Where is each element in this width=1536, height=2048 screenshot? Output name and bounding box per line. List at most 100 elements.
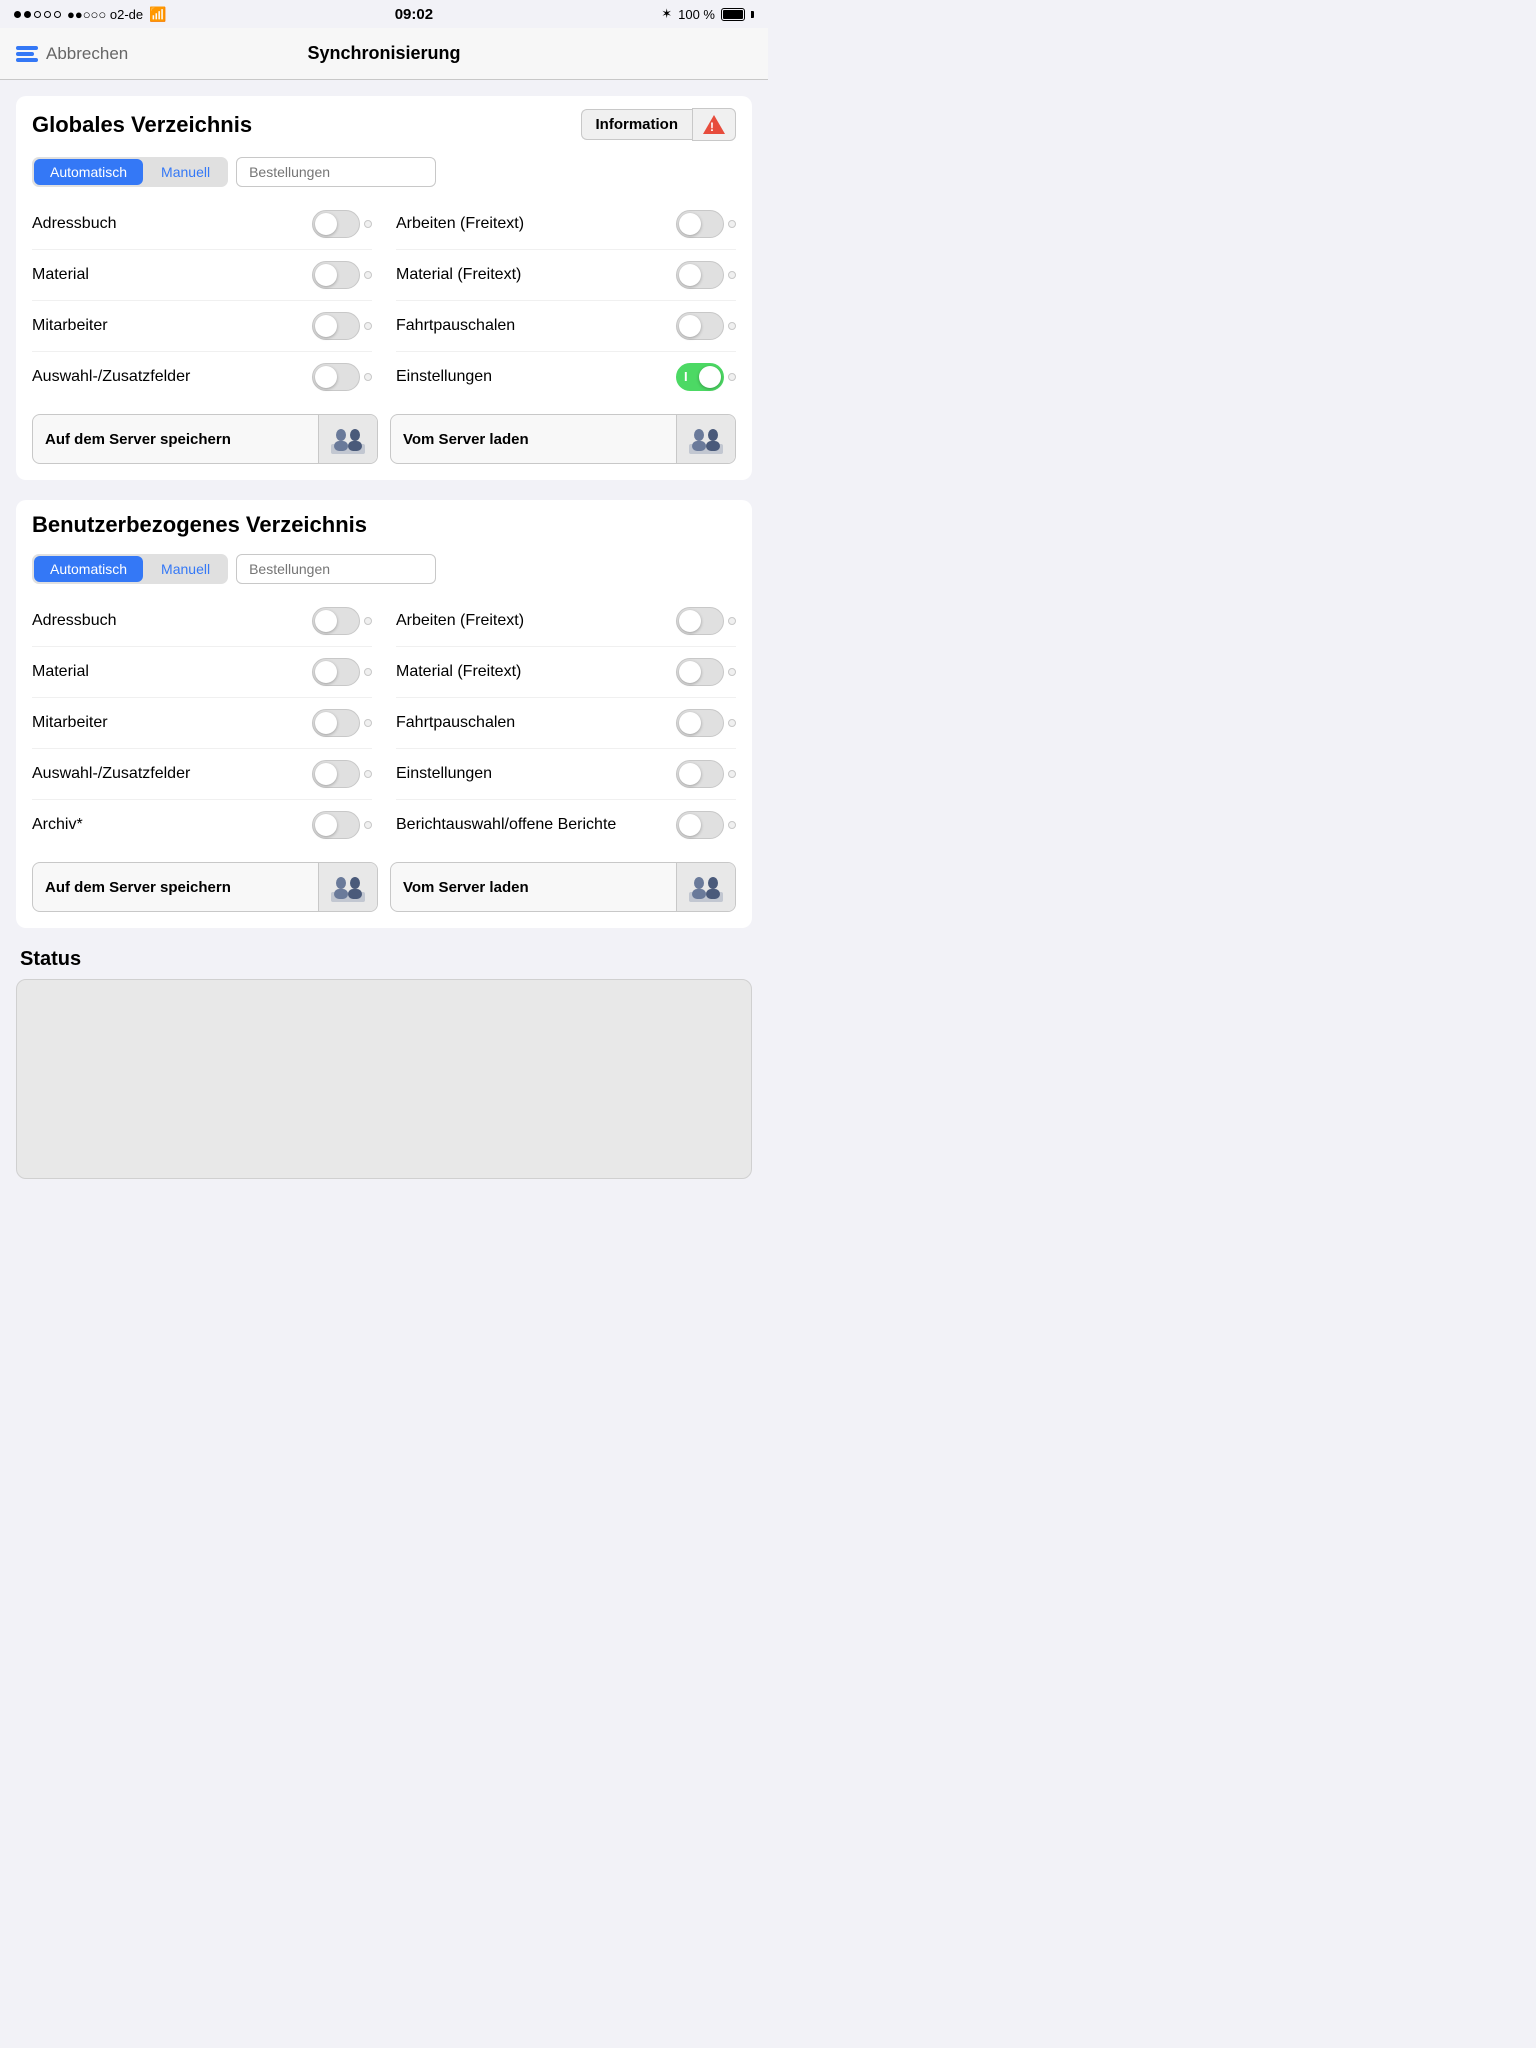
fahrt-toggle-group-user: [676, 709, 736, 737]
fahrt-toggle-global[interactable]: [676, 312, 724, 340]
global-load-label: Vom Server laden: [391, 421, 676, 458]
global-action-buttons: Auf dem Server speichern Vom Server lade…: [16, 402, 752, 480]
toggle-item-fahrt-user: Fahrtpauschalen: [396, 698, 736, 749]
global-save-icon: [318, 415, 377, 463]
user-load-button[interactable]: Vom Server laden: [390, 862, 736, 912]
user-segmented-control: Automatisch Manuell: [32, 554, 228, 584]
fahrt-label-user: Fahrtpauschalen: [396, 714, 515, 732]
adressbuch-toggle-user[interactable]: [312, 607, 360, 635]
material-toggle-global[interactable]: [312, 261, 360, 289]
main-content: Globales Verzeichnis Information Automat…: [0, 80, 768, 1215]
mitarbeiter-toggle-user[interactable]: [312, 709, 360, 737]
archiv-dot-user: [364, 821, 372, 829]
user-load-icon: [676, 863, 735, 911]
auswahl-dot-user: [364, 770, 372, 778]
toggle-item-einstellungen-user: Einstellungen: [396, 749, 736, 800]
information-button[interactable]: Information: [581, 109, 693, 140]
global-toggles-grid: Adressbuch Material: [32, 199, 736, 402]
user-toggles-container: Adressbuch Material: [16, 596, 752, 850]
status-title: Status: [16, 948, 752, 971]
material-freitext-toggle-group-user: [676, 658, 736, 686]
status-box: [16, 979, 752, 1179]
toggle-item-auswahl-user: Auswahl-/Zusatzfelder: [32, 749, 372, 800]
bericht-label-user: Berichtauswahl/offene Berichte: [396, 816, 616, 834]
global-save-button[interactable]: Auf dem Server speichern: [32, 414, 378, 464]
einstellungen-toggle-user[interactable]: [676, 760, 724, 788]
dot3: [34, 11, 41, 18]
auswahl-toggle-user[interactable]: [312, 760, 360, 788]
warning-button[interactable]: [692, 108, 736, 141]
user-tab-manuell[interactable]: Manuell: [145, 556, 226, 582]
user-section-header: Benutzerbezogenes Verzeichnis: [16, 500, 752, 546]
global-section-header: Globales Verzeichnis Information: [16, 96, 752, 149]
user-tab-automatisch[interactable]: Automatisch: [34, 556, 143, 582]
bericht-dot-user: [728, 821, 736, 829]
archiv-toggle-user[interactable]: [312, 811, 360, 839]
global-section-title: Globales Verzeichnis: [32, 112, 252, 138]
mitarbeiter-toggle-global[interactable]: [312, 312, 360, 340]
user-action-buttons: Auf dem Server speichern Vom Server lade…: [16, 850, 752, 928]
adressbuch-toggle-global[interactable]: [312, 210, 360, 238]
einstellungen-toggle-group-user: [676, 760, 736, 788]
bericht-toggle-user[interactable]: [676, 811, 724, 839]
battery-icon: [721, 8, 745, 21]
toggle-item-adressbuch-user: Adressbuch: [32, 596, 372, 647]
battery-tip: [751, 11, 754, 18]
toggle-item-einstellungen-global: Einstellungen: [396, 352, 736, 402]
auswahl-toggle-group-global: [312, 363, 372, 391]
fahrt-toggle-group-global: [676, 312, 736, 340]
material-toggle-group-user: [312, 658, 372, 686]
toggle-item-archiv-user: Archiv*: [32, 800, 372, 850]
user-save-button[interactable]: Auf dem Server speichern: [32, 862, 378, 912]
people-load-icon-user: [687, 870, 725, 904]
global-header-right: Information: [581, 108, 737, 141]
status-bar-left: ●●○○○ o2-de 📶: [14, 6, 167, 23]
bericht-toggle-group-user: [676, 811, 736, 839]
global-bestellungen-input[interactable]: [236, 157, 436, 187]
material-freitext-toggle-user[interactable]: [676, 658, 724, 686]
adressbuch-toggle-group-global: [312, 210, 372, 238]
einstellungen-label-user: Einstellungen: [396, 765, 492, 783]
people-load-icon: [687, 422, 725, 456]
global-tab-automatisch[interactable]: Automatisch: [34, 159, 143, 185]
material-toggle-user[interactable]: [312, 658, 360, 686]
global-segmented-row: Automatisch Manuell: [16, 149, 752, 199]
arbeiten-toggle-group-global: [676, 210, 736, 238]
global-tab-manuell[interactable]: Manuell: [145, 159, 226, 185]
material-dot-global: [364, 271, 372, 279]
einstellungen-toggle-global[interactable]: [676, 363, 724, 391]
app-logo: [16, 46, 38, 62]
arbeiten-label-global: Arbeiten (Freitext): [396, 215, 524, 233]
cancel-label[interactable]: Abbrechen: [46, 44, 128, 64]
status-bar-right: ✶ 100 %: [661, 6, 754, 22]
carrier-label: ●●○○○ o2-de: [67, 7, 143, 22]
adressbuch-dot-user: [364, 617, 372, 625]
global-section: Globales Verzeichnis Information Automat…: [16, 96, 752, 480]
user-right-toggles: Arbeiten (Freitext) Material (Freitext): [396, 596, 736, 850]
archiv-label-user: Archiv*: [32, 816, 83, 834]
user-bestellungen-input[interactable]: [236, 554, 436, 584]
page-title: Synchronisierung: [307, 43, 460, 64]
fahrt-label-global: Fahrtpauschalen: [396, 317, 515, 335]
material-label-global: Material: [32, 266, 89, 284]
material-freitext-dot-global: [728, 271, 736, 279]
toggle-item-material-user: Material: [32, 647, 372, 698]
user-segmented-row: Automatisch Manuell: [16, 546, 752, 596]
arbeiten-toggle-user[interactable]: [676, 607, 724, 635]
auswahl-toggle-group-user: [312, 760, 372, 788]
auswahl-dot-global: [364, 373, 372, 381]
material-freitext-toggle-global[interactable]: [676, 261, 724, 289]
global-load-button[interactable]: Vom Server laden: [390, 414, 736, 464]
arbeiten-label-user: Arbeiten (Freitext): [396, 612, 524, 630]
archiv-toggle-group-user: [312, 811, 372, 839]
einstellungen-dot-global: [728, 373, 736, 381]
toggle-item-arbeiten-user: Arbeiten (Freitext): [396, 596, 736, 647]
status-section: Status: [16, 948, 752, 1179]
adressbuch-toggle-group-user: [312, 607, 372, 635]
cancel-button[interactable]: Abbrechen: [16, 44, 128, 64]
fahrt-toggle-user[interactable]: [676, 709, 724, 737]
arbeiten-toggle-global[interactable]: [676, 210, 724, 238]
auswahl-toggle-global[interactable]: [312, 363, 360, 391]
status-bar: ●●○○○ o2-de 📶 09:02 ✶ 100 %: [0, 0, 768, 28]
global-segmented-control: Automatisch Manuell: [32, 157, 228, 187]
